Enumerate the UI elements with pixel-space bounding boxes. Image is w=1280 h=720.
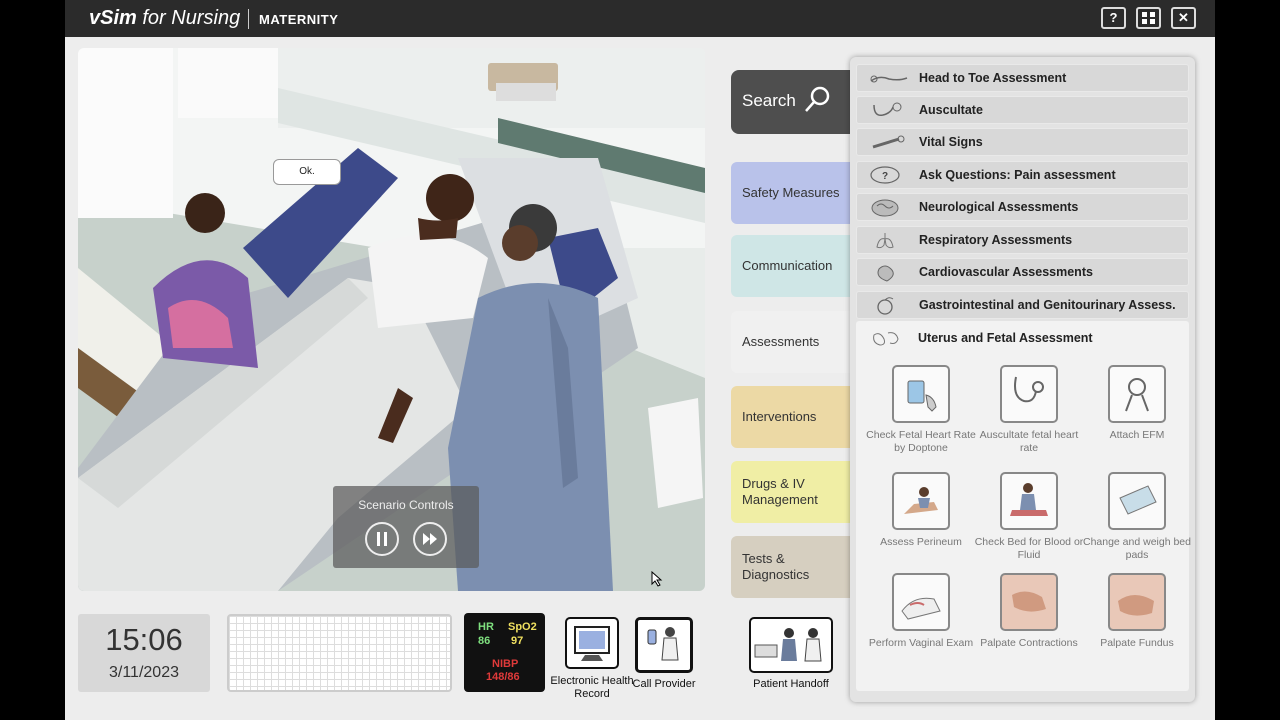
doptone-icon [892, 365, 950, 423]
uterus-section-title: Uterus and Fetal Assessment [918, 331, 1093, 345]
fast-forward-button[interactable] [413, 522, 447, 556]
vital-signs-monitor[interactable]: HR 86 SpO2 97 NIBP 148/86 [464, 613, 545, 692]
nibp-value: 148/86 [486, 671, 520, 683]
bed-pad-icon [1108, 472, 1166, 530]
lungs-icon [876, 233, 894, 249]
layout-button[interactable] [1136, 7, 1161, 29]
category-drugs-iv-management[interactable]: Drugs & IV Management [731, 461, 861, 523]
menu-head-to-toe[interactable]: Head to Toe Assessment [856, 64, 1189, 92]
magnifier-icon [805, 86, 830, 112]
menu-neurological[interactable]: Neurological Assessments [856, 193, 1189, 221]
handoff-icon [749, 617, 833, 673]
pause-icon [377, 532, 387, 546]
stomach-icon [877, 297, 894, 315]
uterus-fetal-section: Uterus and Fetal Assessment Check Fetal … [856, 321, 1191, 691]
title-bar: vSim for Nursing MATERNITY ? ✕ [65, 0, 1215, 37]
category-label: Interventions [742, 409, 817, 424]
clock-panel: 15:06 3/11/2023 [78, 614, 210, 692]
title-divider [248, 9, 249, 29]
call-provider-icon [635, 617, 693, 673]
thermometer-icon [872, 135, 905, 149]
menu-label: Respiratory Assessments [919, 233, 1073, 247]
menu-cardiovascular[interactable]: Cardiovascular Assessments [856, 258, 1189, 286]
action-label: Check Fetal Heart Rate by Doptone [866, 429, 976, 454]
app-logo: vSim for Nursing [89, 7, 240, 30]
category-tests-diagnostics[interactable]: Tests & Diagnostics [731, 536, 861, 598]
menu-label: Head to Toe Assessment [919, 71, 1067, 85]
category-interventions[interactable]: Interventions [731, 386, 861, 448]
category-label: Drugs & IV Management [742, 476, 818, 507]
menu-label: Neurological Assessments [919, 200, 1079, 214]
mouse-cursor-icon [651, 571, 663, 587]
category-assessments[interactable]: Assessments [731, 311, 861, 373]
category-label: Assessments [742, 334, 820, 349]
spo2-value: 97 [511, 635, 524, 647]
menu-gastrointestinal[interactable]: Gastrointestinal and Genitourinary Asses… [856, 291, 1189, 319]
search-label: Search [742, 91, 796, 110]
heart-icon [877, 265, 894, 282]
vsim-app: vSim for Nursing MATERNITY ? ✕ Ok. Scena… [65, 0, 1215, 720]
menu-auscultate[interactable]: Auscultate [856, 96, 1189, 124]
brand-main: vSim [89, 7, 137, 29]
simulation-viewport[interactable]: Ok. Scenario Controls [78, 48, 705, 591]
scenario-controls: Scenario Controls [333, 486, 479, 568]
hr-label: HR [478, 621, 494, 633]
ehr-icon [565, 617, 619, 669]
palpate-fundus-icon [1108, 573, 1166, 631]
action-label: Check Bed for Blood or Fluid [974, 536, 1084, 561]
clock-date: 3/11/2023 [109, 664, 179, 681]
menu-label: Auscultate [919, 103, 983, 117]
product-name: MATERNITY [259, 12, 339, 27]
vaginal-exam-icon [892, 573, 950, 631]
menu-ask-questions[interactable]: ? Ask Questions: Pain assessment [856, 161, 1189, 189]
menu-label: Cardiovascular Assessments [919, 265, 1093, 279]
palpate-contractions-icon [1000, 573, 1058, 631]
menu-label: Vital Signs [919, 135, 983, 149]
bed-check-icon [1000, 472, 1058, 530]
brand-for: for Nursing [142, 7, 241, 29]
speech-question-icon: ? [870, 166, 900, 184]
spo2-label: SpO2 [508, 621, 537, 633]
stethoscope-icon [873, 102, 902, 117]
assessment-panel: Head to Toe Assessment Auscultate Vital … [850, 57, 1195, 702]
menu-respiratory[interactable]: Respiratory Assessments [856, 226, 1189, 254]
help-button[interactable]: ? [1101, 7, 1126, 29]
menu-label: Gastrointestinal and Genitourinary Asses… [919, 298, 1176, 312]
menu-label: Ask Questions: Pain assessment [919, 168, 1116, 182]
fast-forward-icon [423, 533, 437, 545]
efm-icon [1108, 365, 1166, 423]
perineum-icon [892, 472, 950, 530]
action-label: Perform Vaginal Exam [868, 637, 974, 649]
category-label: Safety Measures [742, 185, 840, 200]
call-provider-label: Call Provider [632, 678, 696, 690]
action-label: Palpate Fundus [1100, 637, 1174, 649]
category-communication[interactable]: Communication [731, 235, 861, 297]
svg-text:?: ? [882, 171, 888, 182]
category-safety-measures[interactable]: Safety Measures [731, 162, 861, 224]
brain-icon [871, 199, 899, 217]
category-label: Communication [742, 258, 833, 273]
ekg-strip [227, 614, 452, 692]
action-label: Attach EFM [1109, 429, 1165, 441]
uterus-icon [873, 332, 899, 346]
action-label: Assess Perineum [880, 536, 962, 548]
action-label: Auscultate fetal heart rate [979, 429, 1079, 454]
speech-bubble: Ok. [273, 159, 341, 185]
search-button[interactable]: Search [731, 70, 861, 134]
handoff-label: Patient Handoff [753, 678, 829, 690]
action-label: Palpate Contractions [980, 637, 1078, 649]
close-button[interactable]: ✕ [1171, 7, 1196, 29]
category-label: Tests & Diagnostics [742, 551, 810, 582]
nibp-label: NIBP [492, 658, 519, 670]
action-label: Change and weigh bed pads [1082, 536, 1191, 561]
grid-icon [1142, 12, 1155, 24]
pause-button[interactable] [365, 522, 399, 556]
stethoscope-icon [1000, 365, 1058, 423]
menu-vital-signs[interactable]: Vital Signs [856, 128, 1189, 156]
body-icon [870, 75, 908, 83]
hr-value: 86 [478, 635, 491, 647]
clock-time: 15:06 [105, 622, 183, 657]
scenario-controls-title: Scenario Controls [358, 498, 454, 512]
